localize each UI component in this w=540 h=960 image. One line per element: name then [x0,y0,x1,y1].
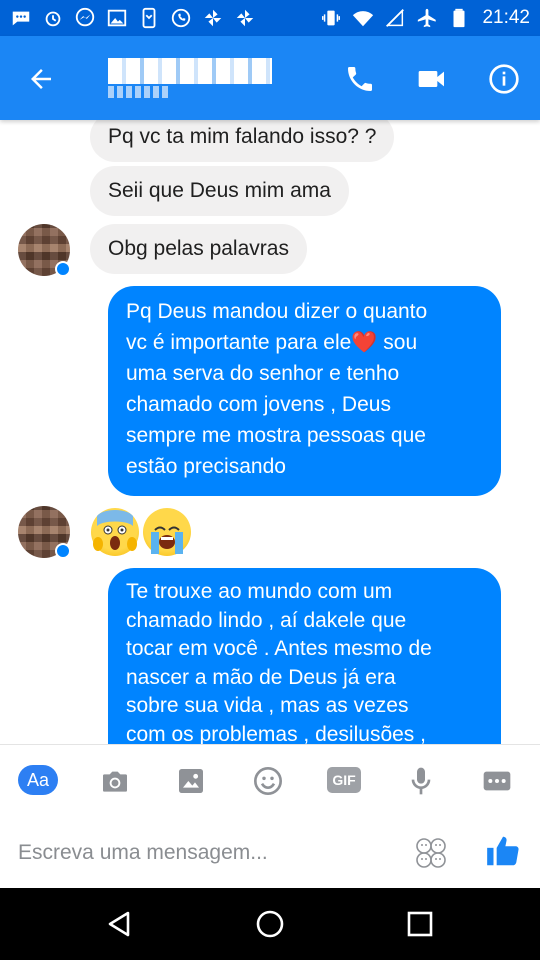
composer-toolbar: Aa GIF [0,744,540,816]
face-screaming-emoji[interactable] [91,508,139,556]
phone-icon [138,7,160,29]
message-line: tocar em você . Antes mesmo de [126,637,432,660]
message-line: Te trouxe ao mundo com um [126,580,393,603]
camera-icon[interactable] [95,763,135,799]
message-line: com os problemas , desilusões , [126,722,426,745]
image-icon [106,7,128,29]
status-time: 21:42 [482,7,530,28]
battery-icon [448,7,470,29]
status-bar: 21:42 [0,0,540,36]
gif-button[interactable]: GIF [327,767,361,793]
back-arrow-icon[interactable] [26,64,56,94]
crying-face-emoji[interactable] [143,508,191,556]
contact-name[interactable]: █████████ [108,58,272,84]
airplane-icon [416,7,438,29]
vibrate-icon [320,7,342,29]
message-line: uma serva do senhor e tenho [126,362,400,385]
text-format-button[interactable]: Aa [18,765,58,795]
message-line: Pq Deus mandou dizer o quanto [126,300,428,323]
message-list[interactable]: Pq vc ta mim falando isso? ? Seii que De… [0,120,540,744]
message-in[interactable]: Obg pelas palavras [90,224,307,274]
thumbs-up-icon[interactable] [484,832,522,870]
nav-recent-apps-icon[interactable] [404,908,436,940]
message-line: nascer a mão de Deus já era [126,665,396,689]
navigation-bar [0,888,540,960]
more-icon[interactable] [477,763,517,799]
alarm-icon [42,7,64,29]
message-in[interactable]: Seii que Deus mim ama [90,166,349,216]
message-in[interactable]: Pq vc ta mim falando isso? ? [90,120,395,162]
info-icon[interactable] [488,63,520,95]
composer [0,816,540,888]
messenger-icon [74,7,96,29]
sticker-icon[interactable] [414,836,448,870]
microphone-icon[interactable] [401,763,441,799]
message-line: sempre me mostra pessoas que [126,424,426,447]
message-line: sobre sua vida , mas as vezes [126,694,409,717]
message-line: estão precisando [126,455,286,478]
message-line: chamado lindo , aí dakele que [126,608,407,632]
video-call-icon[interactable] [416,63,448,95]
message-input[interactable] [18,838,398,868]
nav-back-icon[interactable] [104,908,136,940]
message-line: chamado com jovens , Deus [126,393,391,416]
chat-icon [10,7,32,29]
message-out[interactable]: Te trouxe ao mundo com um chamado lindo … [108,568,501,744]
gallery-icon[interactable] [171,763,211,799]
nav-home-icon[interactable] [254,908,286,940]
phone-call-icon[interactable] [344,63,376,95]
pinwheel-icon [202,7,224,29]
messenger-badge-icon [55,543,71,559]
message-line: vc é importante para ele❤️ sou [126,331,418,354]
conversation-header: █████████ [0,36,540,120]
message-out[interactable]: Pq Deus mandou dizer o quanto vc é impor… [108,286,501,496]
wifi-icon [352,7,374,29]
pinwheel-icon [234,7,256,29]
whatsapp-icon [170,7,192,29]
messenger-badge-icon [55,261,71,277]
emoji-icon[interactable] [248,763,288,799]
no-sim-icon [384,7,406,29]
contact-status [108,86,168,98]
